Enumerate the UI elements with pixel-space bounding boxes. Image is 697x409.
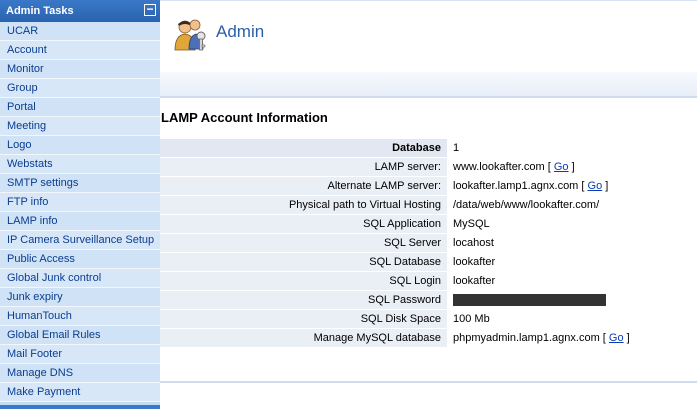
table-row: Manage MySQL database phpmyadmin.lamp1.ag… <box>160 328 697 348</box>
table-bottom-divider <box>160 381 697 383</box>
row-value-cell: lookafter <box>447 252 697 272</box>
sidebar-item-global-junk-control[interactable]: Global Junk control <box>0 269 160 288</box>
row-value-suffix: ] <box>623 332 630 344</box>
row-label: Physical path to Virtual Hosting <box>160 195 447 215</box>
row-value: lookafter <box>453 256 496 268</box>
row-value-cell: 1 <box>447 139 697 158</box>
sidebar-item-group[interactable]: Group <box>0 79 160 98</box>
sidebar-header: Admin Tasks − <box>0 0 160 22</box>
table-row: SQL Database lookafter <box>160 252 697 272</box>
sidebar-item-public-access[interactable]: Public Access <box>0 250 160 269</box>
sidebar-item-ftp-info[interactable]: FTP info <box>0 193 160 212</box>
sidebar-item-monitor[interactable]: Monitor <box>0 60 160 79</box>
row-label: Database <box>160 139 447 158</box>
table-row: SQL Login lookafter <box>160 271 697 291</box>
row-label: SQL Application <box>160 214 447 234</box>
sidebar-footer-bar <box>0 405 160 409</box>
sidebar-item-smtp-settings[interactable]: SMTP settings <box>0 174 160 193</box>
sidebar-item-global-email-rules[interactable]: Global Email Rules <box>0 326 160 345</box>
sidebar-item-meeting[interactable]: Meeting <box>0 117 160 136</box>
row-label: SQL Disk Space <box>160 309 447 329</box>
section-title: LAMP Account Information <box>161 110 328 125</box>
row-value-cell: www.lookafter.com [ Go ] <box>447 157 697 177</box>
sidebar-item-make-payment[interactable]: Make Payment <box>0 383 160 402</box>
row-value-cell: phpmyadmin.lamp1.agnx.com [ Go ] <box>447 328 697 348</box>
sidebar-item-humantouch[interactable]: HumanTouch <box>0 307 160 326</box>
row-value-cell: lookafter.lamp1.agnx.com [ Go ] <box>447 176 697 196</box>
row-label: SQL Database <box>160 252 447 272</box>
go-link[interactable]: Go <box>554 161 569 173</box>
row-value-cell: 100 Mb <box>447 309 697 329</box>
row-value-suffix: ] <box>568 161 575 173</box>
row-label: LAMP server: <box>160 157 447 177</box>
row-value: locahost <box>453 237 494 249</box>
row-value: lookafter.lamp1.agnx.com [ <box>453 180 588 192</box>
table-row: Physical path to Virtual Hosting/data/we… <box>160 195 697 215</box>
row-value-suffix: ] <box>602 180 609 192</box>
page-header: Admin <box>160 0 697 72</box>
go-link[interactable]: Go <box>609 332 624 344</box>
row-label: SQL Server <box>160 233 447 253</box>
row-value: 100 Mb <box>453 313 490 325</box>
row-value-cell: locahost <box>447 233 697 253</box>
table-row: SQL Application MySQL <box>160 214 697 234</box>
row-value: phpmyadmin.lamp1.agnx.com [ <box>453 332 609 344</box>
sidebar-item-mail-footer[interactable]: Mail Footer <box>0 345 160 364</box>
admin-users-key-icon <box>174 19 206 51</box>
collapse-icon[interactable]: − <box>144 3 156 16</box>
table-row: LAMP server: www.lookafter.com [ Go ] <box>160 157 697 177</box>
header-band <box>160 72 697 98</box>
row-value: /data/web/www/lookafter.com/ <box>453 199 600 211</box>
sidebar: Admin Tasks − UCAR Account Monitor Group Por… <box>0 0 160 409</box>
sidebar-title: Admin Tasks <box>6 5 74 17</box>
row-value-cell: MySQL <box>447 214 697 234</box>
sidebar-item-account[interactable]: Account <box>0 41 160 60</box>
header-divider <box>160 0 697 1</box>
sidebar-item-portal[interactable]: Portal <box>0 98 160 117</box>
sidebar-item-lamp-info[interactable]: LAMP info <box>0 212 160 231</box>
sidebar-item-ucar[interactable]: UCAR <box>0 22 160 41</box>
row-value: 1 <box>453 142 460 154</box>
table-row: Alternate LAMP server: lookafter.lamp1.ag… <box>160 176 697 196</box>
sidebar-item-logo[interactable]: Logo <box>0 136 160 155</box>
row-label: SQL Login <box>160 271 447 291</box>
row-label: Manage MySQL database <box>160 328 447 348</box>
row-label: SQL Password <box>160 290 447 310</box>
sidebar-item-junk-expiry[interactable]: Junk expiry <box>0 288 160 307</box>
main-content: Admin LAMP Account Information Database 1… <box>160 0 697 409</box>
table-row: SQL Password <box>160 290 697 310</box>
row-value: MySQL <box>453 218 490 230</box>
row-value-cell <box>447 290 697 310</box>
row-label: Alternate LAMP server: <box>160 176 447 196</box>
row-value: www.lookafter.com [ <box>453 161 554 173</box>
table-row: SQL Disk Space 100 Mb <box>160 309 697 329</box>
row-value-cell: lookafter <box>447 271 697 291</box>
row-value-cell: /data/web/www/lookafter.com/ <box>447 195 697 215</box>
table-row: Database 1 <box>160 139 697 158</box>
go-link[interactable]: Go <box>588 180 603 192</box>
password-mask <box>453 294 606 307</box>
sidebar-item-webstats[interactable]: Webstats <box>0 155 160 174</box>
sidebar-item-ip-camera-surveillance-setup[interactable]: IP Camera Surveillance Setup <box>0 231 160 250</box>
table-row: SQL Server locahost <box>160 233 697 253</box>
row-value: lookafter <box>453 275 496 287</box>
page-title: Admin <box>216 22 265 41</box>
sidebar-menu: UCAR Account Monitor Group Portal Meeting Logo… <box>0 22 160 402</box>
sidebar-item-manage-dns[interactable]: Manage DNS <box>0 364 160 383</box>
lamp-info-table: Database 1 LAMP server: www.lookafter.com [… <box>160 139 697 348</box>
